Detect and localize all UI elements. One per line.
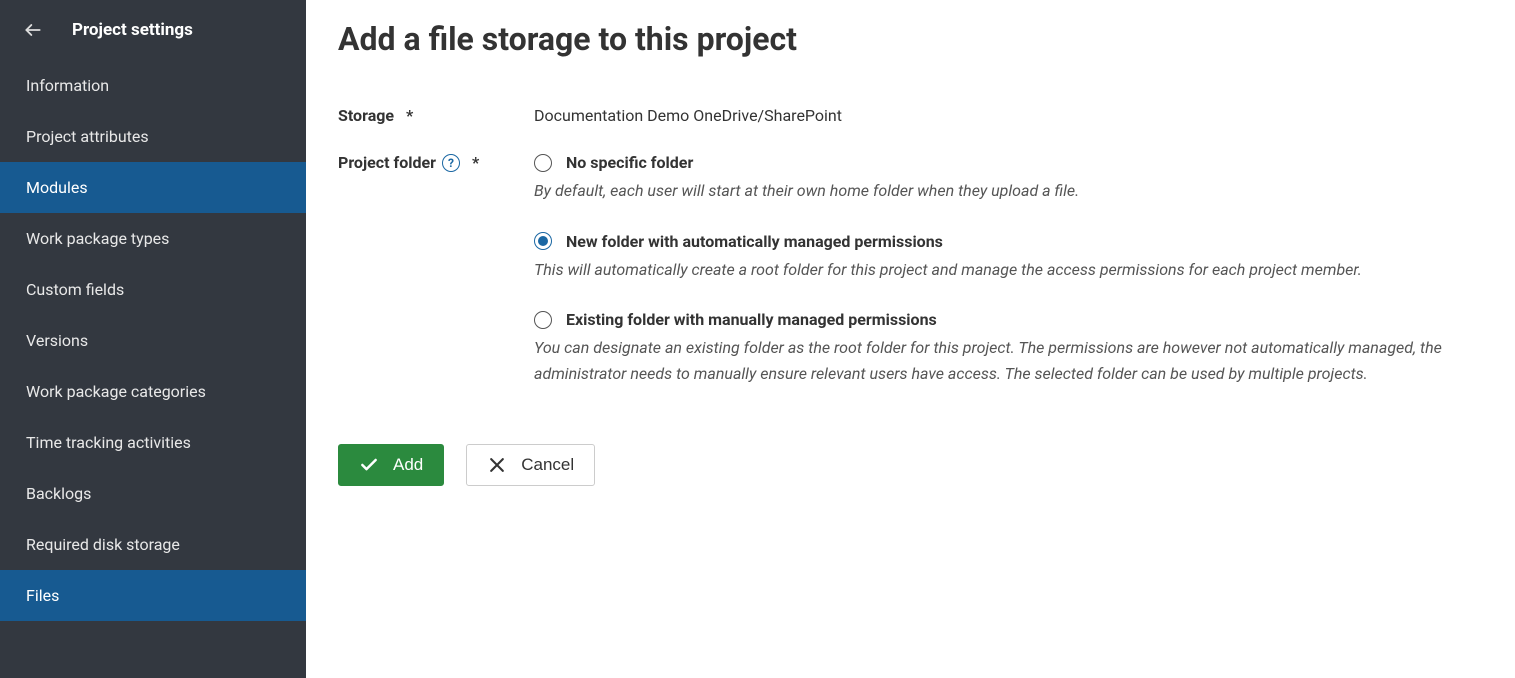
required-marker: * — [406, 106, 413, 125]
radio-manual-managed[interactable]: Existing folder with manually managed pe… — [534, 310, 1491, 329]
sidebar-item-modules[interactable]: Modules — [0, 162, 306, 213]
storage-label: Storage * — [338, 106, 534, 125]
project-folder-label: Project folder ? * — [338, 153, 534, 172]
storage-value: Documentation Demo OneDrive/SharePoint — [534, 106, 1491, 125]
cancel-button-label: Cancel — [521, 455, 574, 475]
sidebar-item-label: Work package categories — [26, 382, 206, 401]
cancel-button[interactable]: Cancel — [466, 444, 595, 486]
sidebar-item-files[interactable]: Files — [0, 570, 306, 621]
main-content: Add a file storage to this project Stora… — [306, 0, 1515, 678]
sidebar-item-backlogs[interactable]: Backlogs — [0, 468, 306, 519]
sidebar-item-label: Files — [26, 586, 59, 605]
sidebar-item-work-package-types[interactable]: Work package types — [0, 213, 306, 264]
radio-option-auto-managed: New folder with automatically managed pe… — [534, 232, 1491, 283]
storage-label-text: Storage — [338, 106, 394, 125]
radio-auto-managed[interactable]: New folder with automatically managed pe… — [534, 232, 1491, 251]
radio-circle-icon — [534, 154, 552, 172]
sidebar-item-label: Versions — [26, 331, 88, 350]
sidebar-item-label: Required disk storage — [26, 535, 180, 554]
radio-desc: By default, each user will start at thei… — [534, 178, 1491, 204]
radio-label: No specific folder — [566, 153, 693, 172]
help-icon[interactable]: ? — [442, 154, 460, 172]
page-title: Add a file storage to this project — [338, 20, 1491, 58]
sidebar-item-custom-fields[interactable]: Custom fields — [0, 264, 306, 315]
storage-row: Storage * Documentation Demo OneDrive/Sh… — [338, 106, 1491, 125]
sidebar-item-time-tracking-activities[interactable]: Time tracking activities — [0, 417, 306, 468]
radio-option-no-specific: No specific folder By default, each user… — [534, 153, 1491, 204]
check-icon — [359, 455, 379, 475]
radio-desc: This will automatically create a root fo… — [534, 257, 1491, 283]
sidebar-item-label: Information — [26, 76, 109, 95]
radio-label: New folder with automatically managed pe… — [566, 232, 943, 251]
sidebar-item-label: Work package types — [26, 229, 169, 248]
project-folder-label-text: Project folder — [338, 153, 436, 172]
sidebar-item-required-disk-storage[interactable]: Required disk storage — [0, 519, 306, 570]
sidebar-item-label: Project attributes — [26, 127, 149, 146]
radio-no-specific[interactable]: No specific folder — [534, 153, 1491, 172]
sidebar-item-information[interactable]: Information — [0, 60, 306, 111]
button-row: Add Cancel — [338, 444, 1491, 486]
sidebar: Project settings Information Project att… — [0, 0, 306, 678]
sidebar-item-label: Custom fields — [26, 280, 124, 299]
folder-radio-group: No specific folder By default, each user… — [534, 153, 1491, 414]
sidebar-item-label: Time tracking activities — [26, 433, 191, 452]
sidebar-item-work-package-categories[interactable]: Work package categories — [0, 366, 306, 417]
sidebar-title: Project settings — [72, 20, 193, 40]
radio-label: Existing folder with manually managed pe… — [566, 310, 937, 329]
radio-desc: You can designate an existing folder as … — [534, 335, 1491, 386]
close-icon — [487, 455, 507, 475]
add-button-label: Add — [393, 455, 423, 475]
sidebar-header: Project settings — [0, 0, 306, 60]
sidebar-item-project-attributes[interactable]: Project attributes — [0, 111, 306, 162]
project-folder-row: Project folder ? * No specific folder By… — [338, 153, 1491, 414]
add-button[interactable]: Add — [338, 444, 444, 486]
back-arrow-icon[interactable] — [22, 19, 44, 41]
sidebar-item-versions[interactable]: Versions — [0, 315, 306, 366]
radio-circle-icon — [534, 311, 552, 329]
required-marker: * — [472, 153, 479, 172]
radio-circle-icon — [534, 232, 552, 250]
sidebar-item-label: Modules — [26, 178, 88, 197]
sidebar-item-label: Backlogs — [26, 484, 91, 503]
radio-option-manual-managed: Existing folder with manually managed pe… — [534, 310, 1491, 386]
